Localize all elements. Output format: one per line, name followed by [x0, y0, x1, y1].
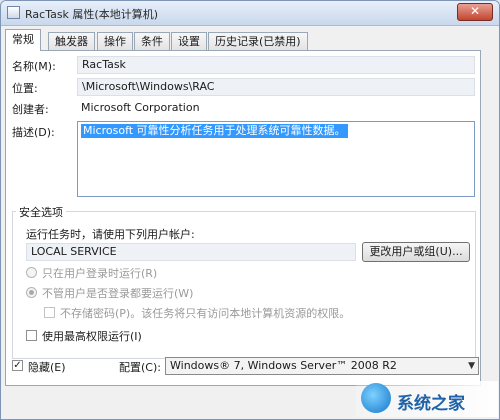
security-options-legend: 安全选项 — [16, 204, 66, 220]
task-properties-window: RacTask 属性(本地计算机) ✕ 常规 触发器 操作 条件 设置 历史记录… — [0, 0, 500, 420]
general-tab-panel: 名称(M): RacTask 位置: \Microsoft\Windows\RA… — [5, 50, 481, 386]
name-field[interactable]: RacTask — [77, 56, 475, 74]
run-as-prompt: 运行任务时，请使用下列用户帐户: — [26, 228, 195, 241]
chevron-down-icon: ▼ — [468, 361, 475, 371]
tab-actions[interactable]: 操作 — [97, 32, 133, 50]
name-label: 名称(M): — [12, 60, 56, 73]
author-label: 创建者: — [12, 103, 49, 116]
description-label: 描述(D): — [12, 126, 55, 139]
location-label: 位置: — [12, 82, 38, 95]
hidden-label: 隐藏(E) — [28, 361, 66, 374]
do-not-store-password-checkbox[interactable] — [44, 307, 55, 318]
run-only-logged-on-label: 只在用户登录时运行(R) — [42, 267, 158, 280]
run-whether-logged-on-label: 不管用户是否登录都要运行(W) — [42, 287, 194, 300]
tab-settings[interactable]: 设置 — [171, 32, 207, 50]
description-text: Microsoft 可靠性分析任务用于处理系统可靠性数据。 — [81, 124, 348, 138]
watermark-logo — [361, 383, 391, 413]
close-button[interactable]: ✕ — [457, 3, 493, 21]
tab-general[interactable]: 常规 — [5, 29, 41, 51]
title-bar[interactable]: RacTask 属性(本地计算机) ✕ — [1, 1, 499, 26]
change-user-button[interactable]: 更改用户或组(U)... — [362, 242, 470, 262]
task-icon — [7, 6, 20, 19]
configure-value: Windows® 7, Windows Server™ 2008 R2 — [170, 359, 397, 372]
configure-dropdown[interactable]: Windows® 7, Windows Server™ 2008 R2 ▼ — [165, 357, 479, 375]
user-account-field: LOCAL SERVICE — [26, 243, 356, 261]
description-textarea[interactable]: Microsoft 可靠性分析任务用于处理系统可靠性数据。 — [77, 121, 475, 197]
do-not-store-password-label: 不存储密码(P)。该任务将只有访问本地计算机资源的权限。 — [60, 307, 351, 320]
highest-privileges-checkbox[interactable] — [26, 330, 37, 341]
location-field[interactable]: \Microsoft\Windows\RAC — [77, 78, 475, 96]
tab-history[interactable]: 历史记录(已禁用) — [208, 32, 308, 50]
tab-strip: 常规 触发器 操作 条件 设置 历史记录(已禁用) — [5, 29, 497, 51]
highest-privileges-label: 使用最高权限运行(I) — [42, 330, 142, 343]
run-only-logged-on-radio[interactable] — [26, 267, 37, 278]
tab-conditions[interactable]: 条件 — [134, 32, 170, 50]
hidden-checkbox[interactable]: ✓ — [12, 360, 23, 371]
run-whether-logged-on-radio[interactable] — [26, 287, 37, 298]
window-title: RacTask 属性(本地计算机) — [25, 8, 159, 21]
tab-triggers[interactable]: 触发器 — [48, 32, 95, 50]
configure-label: 配置(C): — [119, 361, 161, 374]
author-value: Microsoft Corporation — [81, 101, 200, 114]
watermark-text: 系统之家 — [397, 394, 465, 414]
